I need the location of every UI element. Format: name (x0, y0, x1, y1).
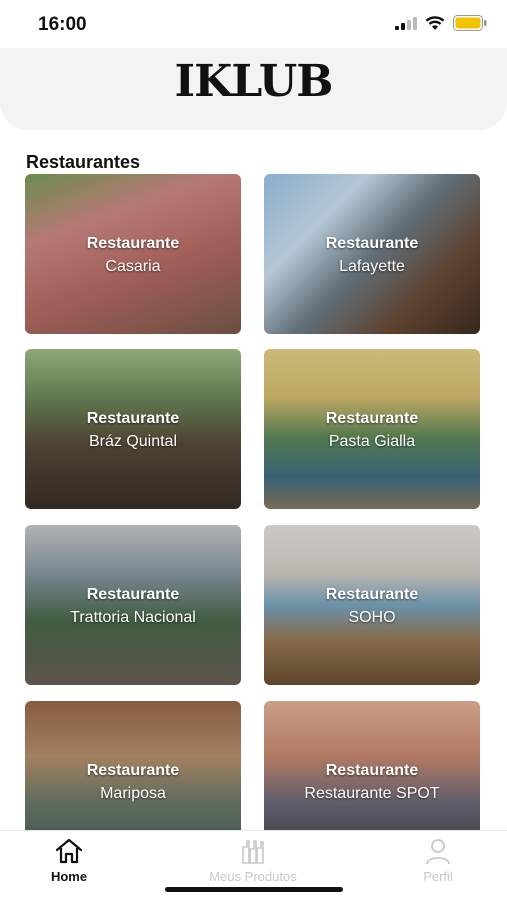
card-label-name: Lafayette (339, 258, 405, 275)
app-logo: IKLUB (174, 56, 334, 107)
restaurant-card-pasta-gialla[interactable]: Restaurante Pasta Gialla (264, 349, 480, 509)
card-label-line1: Restaurante (325, 410, 419, 427)
card-label: Restaurante Bráz Quintal (25, 407, 241, 453)
restaurant-grid: Restaurante Casaria Restaurante Lafayett… (25, 174, 481, 830)
card-label-line1: Restaurante (325, 586, 419, 603)
tab-home[interactable]: Home (9, 837, 129, 884)
card-label: Restaurante Mariposa (25, 759, 241, 805)
restaurant-card-soho[interactable]: Restaurante SOHO (264, 525, 480, 685)
restaurant-card-mariposa[interactable]: Restaurante Mariposa (25, 701, 241, 830)
home-indicator (165, 887, 343, 892)
card-label-line1: Restaurante (86, 235, 180, 252)
card-label-name: Pasta Gialla (328, 433, 416, 450)
card-label: Restaurante Restaurante SPOT (264, 759, 480, 805)
card-label: Restaurante Lafayette (264, 232, 480, 278)
card-label-name: Mariposa (100, 785, 166, 802)
tab-home-label: Home (50, 869, 88, 884)
app-header: IKLUB (0, 48, 507, 130)
card-label-name: Casaria (105, 258, 161, 275)
battery-icon (453, 15, 487, 31)
card-label-line1: Restaurante (86, 762, 180, 779)
restaurant-card-trattoria-nacional[interactable]: Restaurante Trattoria Nacional (25, 525, 241, 685)
bottles-icon (242, 840, 264, 864)
card-label-line1: Restaurante (86, 586, 180, 603)
card-label-name: Bráz Quintal (88, 433, 178, 450)
home-icon (55, 838, 83, 864)
status-bar: 16:00 (0, 0, 507, 48)
cellular-signal-icon (395, 17, 417, 30)
card-label: Restaurante Trattoria Nacional (25, 583, 241, 629)
card-label: Restaurante SOHO (264, 583, 480, 629)
restaurant-card-lafayette[interactable]: Restaurante Lafayette (264, 174, 480, 334)
restaurant-card-spot[interactable]: Restaurante Restaurante SPOT (264, 701, 480, 830)
restaurant-card-casaria[interactable]: Restaurante Casaria (25, 174, 241, 334)
tab-profile-label: Perfil (423, 869, 453, 884)
tab-profile[interactable]: Perfil (378, 837, 498, 884)
card-label-line1: Restaurante (325, 762, 419, 779)
tab-products-label: Meus Produtos (209, 869, 297, 884)
card-label: Restaurante Casaria (25, 232, 241, 278)
section-title: Restaurantes (26, 152, 141, 172)
restaurant-card-braz-quintal[interactable]: Restaurante Bráz Quintal (25, 349, 241, 509)
tab-products[interactable]: Meus Produtos (193, 837, 313, 884)
status-icons (395, 15, 487, 31)
card-label-name: Trattoria Nacional (70, 609, 196, 626)
card-label-name: SOHO (348, 609, 396, 626)
user-icon (426, 839, 450, 865)
card-label-line1: Restaurante (86, 410, 180, 427)
card-label-name: Restaurante SPOT (304, 785, 440, 802)
status-time: 16:00 (38, 14, 87, 35)
card-label: Restaurante Pasta Gialla (264, 407, 480, 453)
card-label-line1: Restaurante (325, 235, 419, 252)
wifi-icon (425, 15, 445, 30)
